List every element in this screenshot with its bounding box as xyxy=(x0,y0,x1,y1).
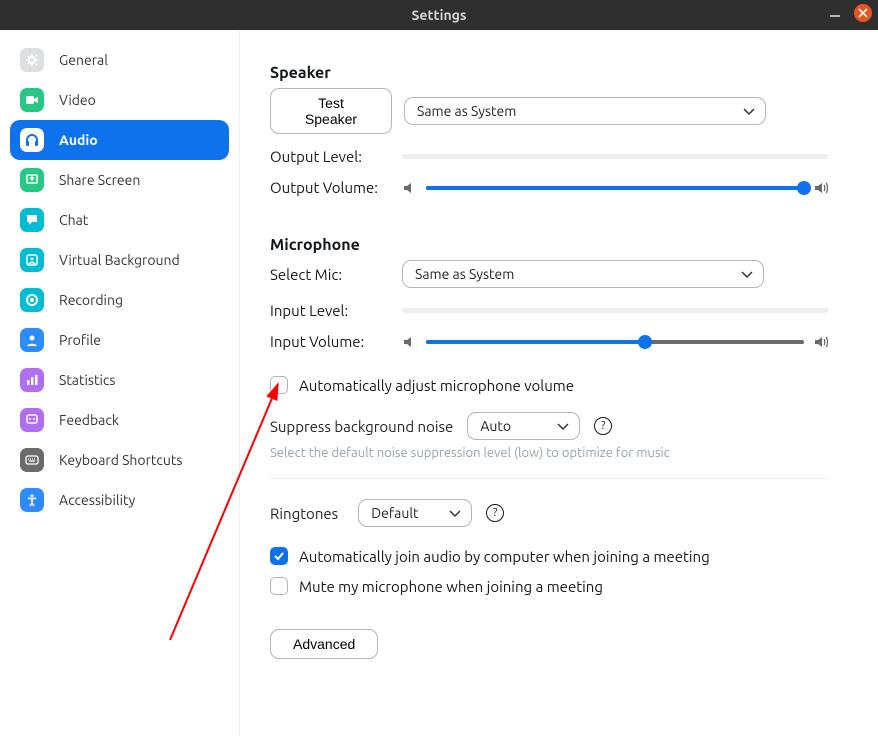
auto-adjust-mic-label: Automatically adjust microphone volume xyxy=(299,377,574,394)
ringtones-label: Ringtones xyxy=(270,505,338,522)
sidebar-item-label: Audio xyxy=(59,132,98,148)
suppress-noise-value: Auto xyxy=(480,418,511,434)
sidebar-item-general[interactable]: General xyxy=(10,40,229,80)
share-icon xyxy=(20,168,44,192)
test-speaker-button[interactable]: Test Speaker xyxy=(270,88,392,134)
auto-join-audio-label: Automatically join audio by computer whe… xyxy=(299,548,710,565)
ringtones-value: Default xyxy=(371,505,418,521)
speaker-device-select[interactable]: Same as System xyxy=(404,97,766,125)
suppress-noise-select[interactable]: Auto xyxy=(467,412,580,440)
chevron-down-icon xyxy=(557,418,569,434)
sidebar-item-label: Virtual Background xyxy=(59,252,180,268)
minimize-button[interactable] xyxy=(830,15,840,17)
mic-device-value: Same as System xyxy=(415,266,514,282)
divider xyxy=(270,478,828,479)
sidebar-item-label: Statistics xyxy=(59,372,115,388)
input-volume-slider[interactable] xyxy=(426,340,804,344)
slider-thumb[interactable] xyxy=(638,335,652,349)
ringtones-select[interactable]: Default xyxy=(358,499,472,527)
sidebar-item-accessibility[interactable]: Accessibility xyxy=(10,480,229,520)
sidebar-item-virtual-background[interactable]: Virtual Background xyxy=(10,240,229,280)
output-volume-label: Output Volume: xyxy=(270,179,402,196)
sidebar-item-keyboard-shortcuts[interactable]: Keyboard Shortcuts xyxy=(10,440,229,480)
sidebar-item-video[interactable]: Video xyxy=(10,80,229,120)
mute-on-join-label: Mute my microphone when joining a meetin… xyxy=(299,578,603,595)
sidebar-item-label: Profile xyxy=(59,332,101,348)
sidebar-item-statistics[interactable]: Statistics xyxy=(10,360,229,400)
vb-icon xyxy=(20,248,44,272)
output-level-label: Output Level: xyxy=(270,148,402,165)
mute-on-join-checkbox[interactable] xyxy=(270,577,288,595)
suppress-help-text: Select the default noise suppression lev… xyxy=(270,446,828,460)
sidebar-item-share-screen[interactable]: Share Screen xyxy=(10,160,229,200)
speaker-high-icon xyxy=(814,181,828,195)
mic-device-select[interactable]: Same as System xyxy=(402,260,764,288)
sidebar-item-label: Accessibility xyxy=(59,492,135,508)
chat-icon xyxy=(20,208,44,232)
info-icon[interactable]: ? xyxy=(486,504,504,522)
suppress-noise-label: Suppress background noise xyxy=(270,418,453,435)
speaker-heading: Speaker xyxy=(270,64,828,82)
sidebar-item-feedback[interactable]: Feedback xyxy=(10,400,229,440)
microphone-heading: Microphone xyxy=(270,236,828,254)
sidebar-item-label: General xyxy=(59,52,108,68)
headphones-icon xyxy=(20,128,44,152)
speaker-device-value: Same as System xyxy=(417,103,516,119)
sidebar-item-profile[interactable]: Profile xyxy=(10,320,229,360)
close-button[interactable] xyxy=(854,4,872,22)
content-pane: Speaker Test Speaker Same as System Outp… xyxy=(240,30,878,736)
output-volume-slider[interactable] xyxy=(426,186,804,190)
feedback-icon xyxy=(20,408,44,432)
chevron-down-icon xyxy=(741,266,753,282)
speaker-low-icon xyxy=(402,181,416,195)
accessibility-icon xyxy=(20,488,44,512)
window-title: Settings xyxy=(411,7,466,23)
input-level-label: Input Level: xyxy=(270,302,402,319)
sidebar-item-label: Feedback xyxy=(59,412,119,428)
sidebar: General Video Audio Share Screen Chat Virtual… xyxy=(0,30,240,736)
stats-icon xyxy=(20,368,44,392)
sidebar-item-label: Keyboard Shortcuts xyxy=(59,452,182,468)
select-mic-label: Select Mic: xyxy=(270,266,402,283)
sidebar-item-recording[interactable]: Recording xyxy=(10,280,229,320)
video-icon xyxy=(20,88,44,112)
sidebar-item-label: Recording xyxy=(59,292,123,308)
auto-adjust-mic-checkbox[interactable] xyxy=(270,376,288,394)
chevron-down-icon xyxy=(449,505,461,521)
slider-thumb[interactable] xyxy=(797,181,811,195)
sidebar-item-chat[interactable]: Chat xyxy=(10,200,229,240)
sidebar-item-label: Share Screen xyxy=(59,172,140,188)
titlebar: Settings xyxy=(0,0,878,30)
input-level-meter xyxy=(402,308,828,313)
profile-icon xyxy=(20,328,44,352)
sidebar-item-label: Chat xyxy=(59,212,88,228)
speaker-low-icon xyxy=(402,335,416,349)
info-icon[interactable]: ? xyxy=(594,417,612,435)
record-icon xyxy=(20,288,44,312)
gear-icon xyxy=(20,48,44,72)
input-volume-label: Input Volume: xyxy=(270,333,402,350)
output-level-meter xyxy=(402,154,828,159)
chevron-down-icon xyxy=(743,103,755,119)
keyboard-icon xyxy=(20,448,44,472)
sidebar-item-label: Video xyxy=(59,92,96,108)
speaker-high-icon xyxy=(814,335,828,349)
sidebar-item-audio[interactable]: Audio xyxy=(10,120,229,160)
advanced-button[interactable]: Advanced xyxy=(270,629,378,659)
auto-join-audio-checkbox[interactable] xyxy=(270,547,288,565)
